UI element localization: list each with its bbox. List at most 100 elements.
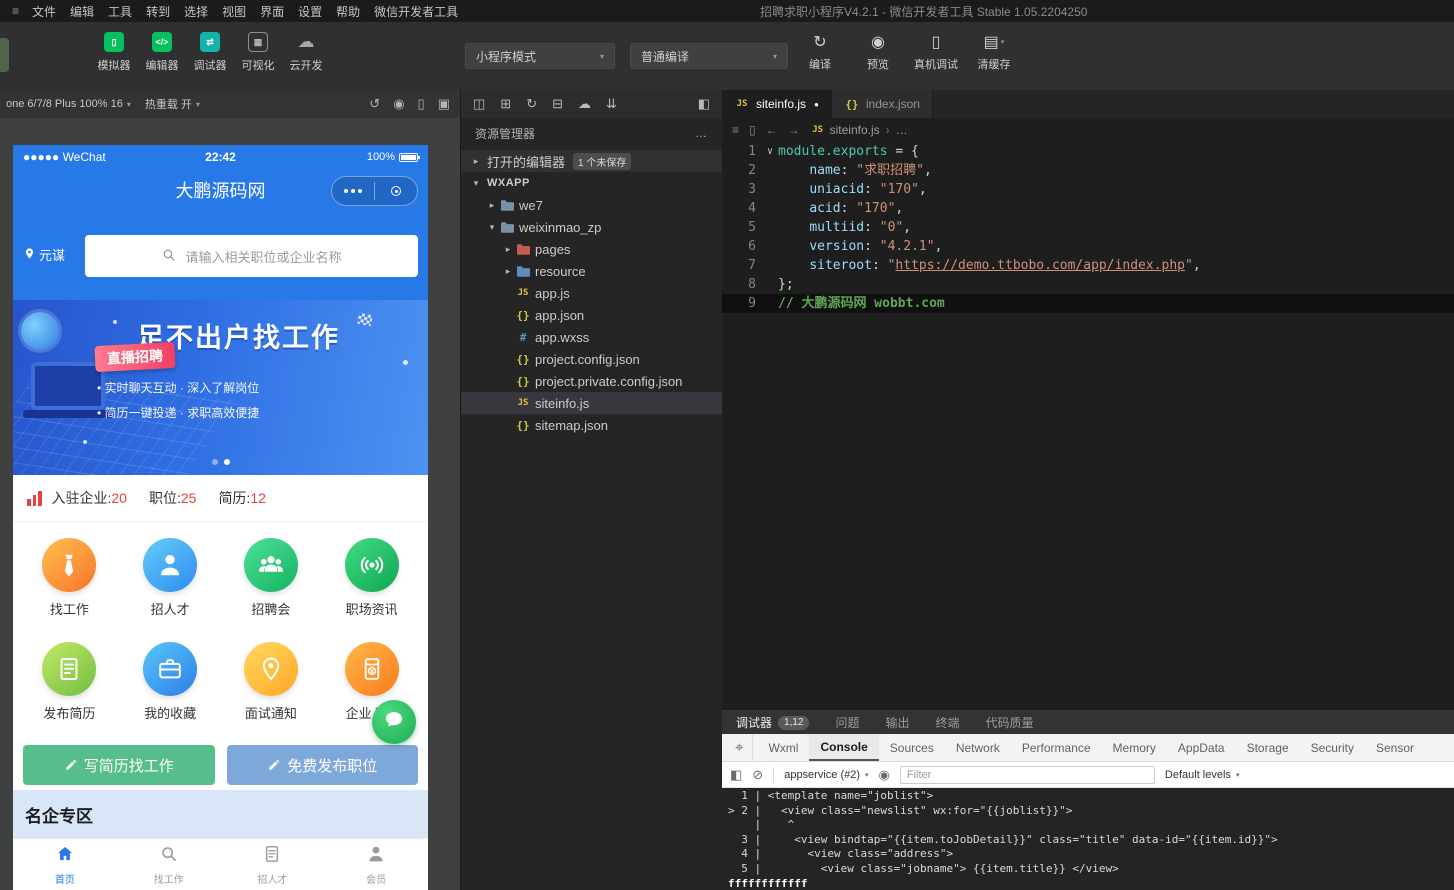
split-editor-icon[interactable]: ◧	[698, 96, 710, 112]
menu-item-1[interactable]: 编辑	[63, 3, 101, 20]
code-line-8[interactable]: 8 };	[722, 275, 1454, 294]
tab-home[interactable]: 首页	[13, 839, 117, 890]
editor-toggle[interactable]: </>编辑器	[138, 32, 186, 73]
menu-item-0[interactable]: 文件	[25, 3, 63, 20]
location-button[interactable]: 元谋	[23, 245, 65, 264]
devtools-tab-Network[interactable]: Network	[945, 734, 1011, 761]
dot-active[interactable]	[224, 459, 230, 465]
record-icon[interactable]: ◉	[393, 96, 404, 112]
editor-tab-siteinfo.js[interactable]: JSsiteinfo.js●	[722, 90, 832, 118]
eye-icon[interactable]: ◉	[879, 767, 890, 783]
tree-item-app.json[interactable]: {}app.json	[461, 304, 722, 326]
new-folder-icon[interactable]: ⊞	[500, 96, 511, 112]
device-select[interactable]: one 6/7/8 Plus 100% 16 ▾	[6, 98, 131, 110]
devtools-tab-AppData[interactable]: AppData	[1167, 734, 1236, 761]
context-select[interactable]: appservice (#2) ▾	[784, 769, 868, 781]
code-line-3[interactable]: 3 uniacid: "170",	[722, 180, 1454, 199]
forward-icon[interactable]: →	[788, 123, 800, 137]
device-frame-icon[interactable]: ▯	[418, 96, 425, 112]
devtools-tab-Storage[interactable]: Storage	[1236, 734, 1300, 761]
simulator-toggle[interactable]: ▯模拟器	[90, 32, 138, 73]
console-line[interactable]: ffffffffffff	[728, 877, 1454, 890]
save-all-icon[interactable]: ⇊	[606, 96, 617, 112]
devtools-tab-Console[interactable]: Console	[809, 734, 878, 761]
promo-banner[interactable]: 足不出户找工作 直播招聘 • 实时聊天互动 · 深入了解岗位• 简历一键投递 ·…	[13, 300, 428, 475]
user-avatar[interactable]	[0, 38, 9, 72]
code-line-5[interactable]: 5 multiid: "0",	[722, 218, 1454, 237]
menu-item-5[interactable]: 视图	[215, 3, 253, 20]
menu-item-8[interactable]: 帮助	[329, 3, 367, 20]
console-output[interactable]: 1 | <template name="joblist">> 2 | <view…	[722, 788, 1454, 890]
compile-select[interactable]: 普通编译 ▾	[630, 43, 788, 69]
inspect-element-icon[interactable]: ⌖	[726, 734, 753, 761]
devtools-tab-Security[interactable]: Security	[1300, 734, 1365, 761]
more-button[interactable]	[332, 177, 374, 205]
rotate-icon[interactable]: ↺	[369, 96, 380, 112]
back-icon[interactable]: ←	[766, 123, 778, 137]
log-levels-select[interactable]: Default levels ▾	[1165, 769, 1240, 781]
cloud-dev-toggle[interactable]: ☁云开发	[282, 32, 330, 73]
multi-window-icon[interactable]: ▣	[438, 96, 450, 112]
menu-item-2[interactable]: 工具	[101, 3, 139, 20]
search-input[interactable]: 请输入相关职位或企业名称	[85, 235, 418, 277]
mode-select[interactable]: 小程序模式 ▾	[465, 43, 615, 69]
code-line-4[interactable]: 4 acid: "170",	[722, 199, 1454, 218]
sidebar-toggle-icon[interactable]: ◧	[730, 767, 742, 783]
panel-tab-code-quality[interactable]: 代码质量	[986, 714, 1034, 731]
panel-tab-output[interactable]: 输出	[886, 714, 910, 731]
customer-service-button[interactable]	[372, 700, 416, 744]
tree-item-siteinfo.js[interactable]: JSsiteinfo.js	[461, 392, 722, 414]
menu-item-6[interactable]: 界面	[253, 3, 291, 20]
tree-item-we7[interactable]: ▸we7	[461, 194, 722, 216]
devtools-tab-Wxml[interactable]: Wxml	[757, 734, 809, 761]
grid-item-interview-notice[interactable]: 面试通知	[221, 642, 322, 728]
menu-item-3[interactable]: 转到	[139, 3, 177, 20]
grid-item-career-news[interactable]: 职场资讯	[321, 538, 422, 624]
code-area[interactable]: 1∨module.exports = {2 name: "求职招聘",3 uni…	[722, 142, 1454, 710]
open-editors-section[interactable]: ▸ 打开的编辑器 1 个未保存	[461, 150, 722, 172]
code-line-7[interactable]: 7 siteroot: "https://demo.ttbobo.com/app…	[722, 256, 1454, 275]
carousel-dots[interactable]	[212, 459, 230, 465]
grid-item-find-job[interactable]: 找工作	[19, 538, 120, 624]
console-line[interactable]: 1 | <template name="joblist">	[728, 789, 1454, 804]
tree-item-project.config.json[interactable]: {}project.config.json	[461, 348, 722, 370]
menu-item-4[interactable]: 选择	[177, 3, 215, 20]
console-filter-input[interactable]	[900, 766, 1155, 784]
console-line[interactable]: 5 | <view class="jobname"> {{item.title}…	[728, 862, 1454, 877]
clear-console-icon[interactable]: ⊘	[752, 767, 763, 783]
editor-tab-index.json[interactable]: {}index.json	[832, 90, 933, 118]
devtools-tab-Sources[interactable]: Sources	[879, 734, 945, 761]
breadcrumb-path[interactable]: JS siteinfo.js › …	[810, 123, 908, 137]
debugger-toggle[interactable]: ⇄调试器	[186, 32, 234, 73]
code-line-9[interactable]: 9 // 大鹏源码网 wobbt.com	[722, 294, 1454, 313]
grid-item-find-talent[interactable]: 招人才	[120, 538, 221, 624]
menu-item-7[interactable]: 设置	[291, 3, 329, 20]
compile-button[interactable]: ↻编译	[795, 32, 845, 72]
outline-icon[interactable]: ≡	[732, 123, 739, 137]
grid-item-favorites[interactable]: 我的收藏	[120, 642, 221, 728]
post-job-button[interactable]: 免费发布职位	[227, 745, 419, 785]
console-line[interactable]: > 2 | <view class="newslist" wx:for="{{j…	[728, 804, 1454, 819]
grid-item-post-resume[interactable]: 发布简历	[19, 642, 120, 728]
devtools-tab-Performance[interactable]: Performance	[1011, 734, 1102, 761]
tree-item-sitemap.json[interactable]: {}sitemap.json	[461, 414, 722, 436]
tree-item-app.wxss[interactable]: #app.wxss	[461, 326, 722, 348]
window-menu-icon[interactable]: ≡	[6, 4, 25, 18]
console-line[interactable]: 3 | <view bindtap="{{item.toJobDetail}}"…	[728, 833, 1454, 848]
code-line-1[interactable]: 1∨module.exports = {	[722, 142, 1454, 161]
devtools-tab-Sensor[interactable]: Sensor	[1365, 734, 1425, 761]
menu-item-9[interactable]: 微信开发者工具	[367, 3, 465, 20]
code-line-2[interactable]: 2 name: "求职招聘",	[722, 161, 1454, 180]
refresh-icon[interactable]: ↻	[526, 96, 537, 112]
hot-reload-toggle[interactable]: 热重载 开 ▾	[145, 96, 200, 112]
close-miniprogram-button[interactable]	[375, 177, 417, 205]
panel-tab-terminal[interactable]: 终端	[936, 714, 960, 731]
panel-tab-debugger[interactable]: 调试器1,12	[736, 714, 809, 731]
cloud-sync-icon[interactable]: ☁	[578, 96, 591, 112]
devtools-tab-Memory[interactable]: Memory	[1102, 734, 1167, 761]
preview-button[interactable]: ◉预览	[853, 32, 903, 72]
bookmark-icon[interactable]: ▯	[749, 123, 756, 137]
clear-cache-button[interactable]: ▤▾清缓存	[969, 32, 1019, 72]
collapse-all-icon[interactable]: ⊟	[552, 96, 563, 112]
code-line-6[interactable]: 6 version: "4.2.1",	[722, 237, 1454, 256]
